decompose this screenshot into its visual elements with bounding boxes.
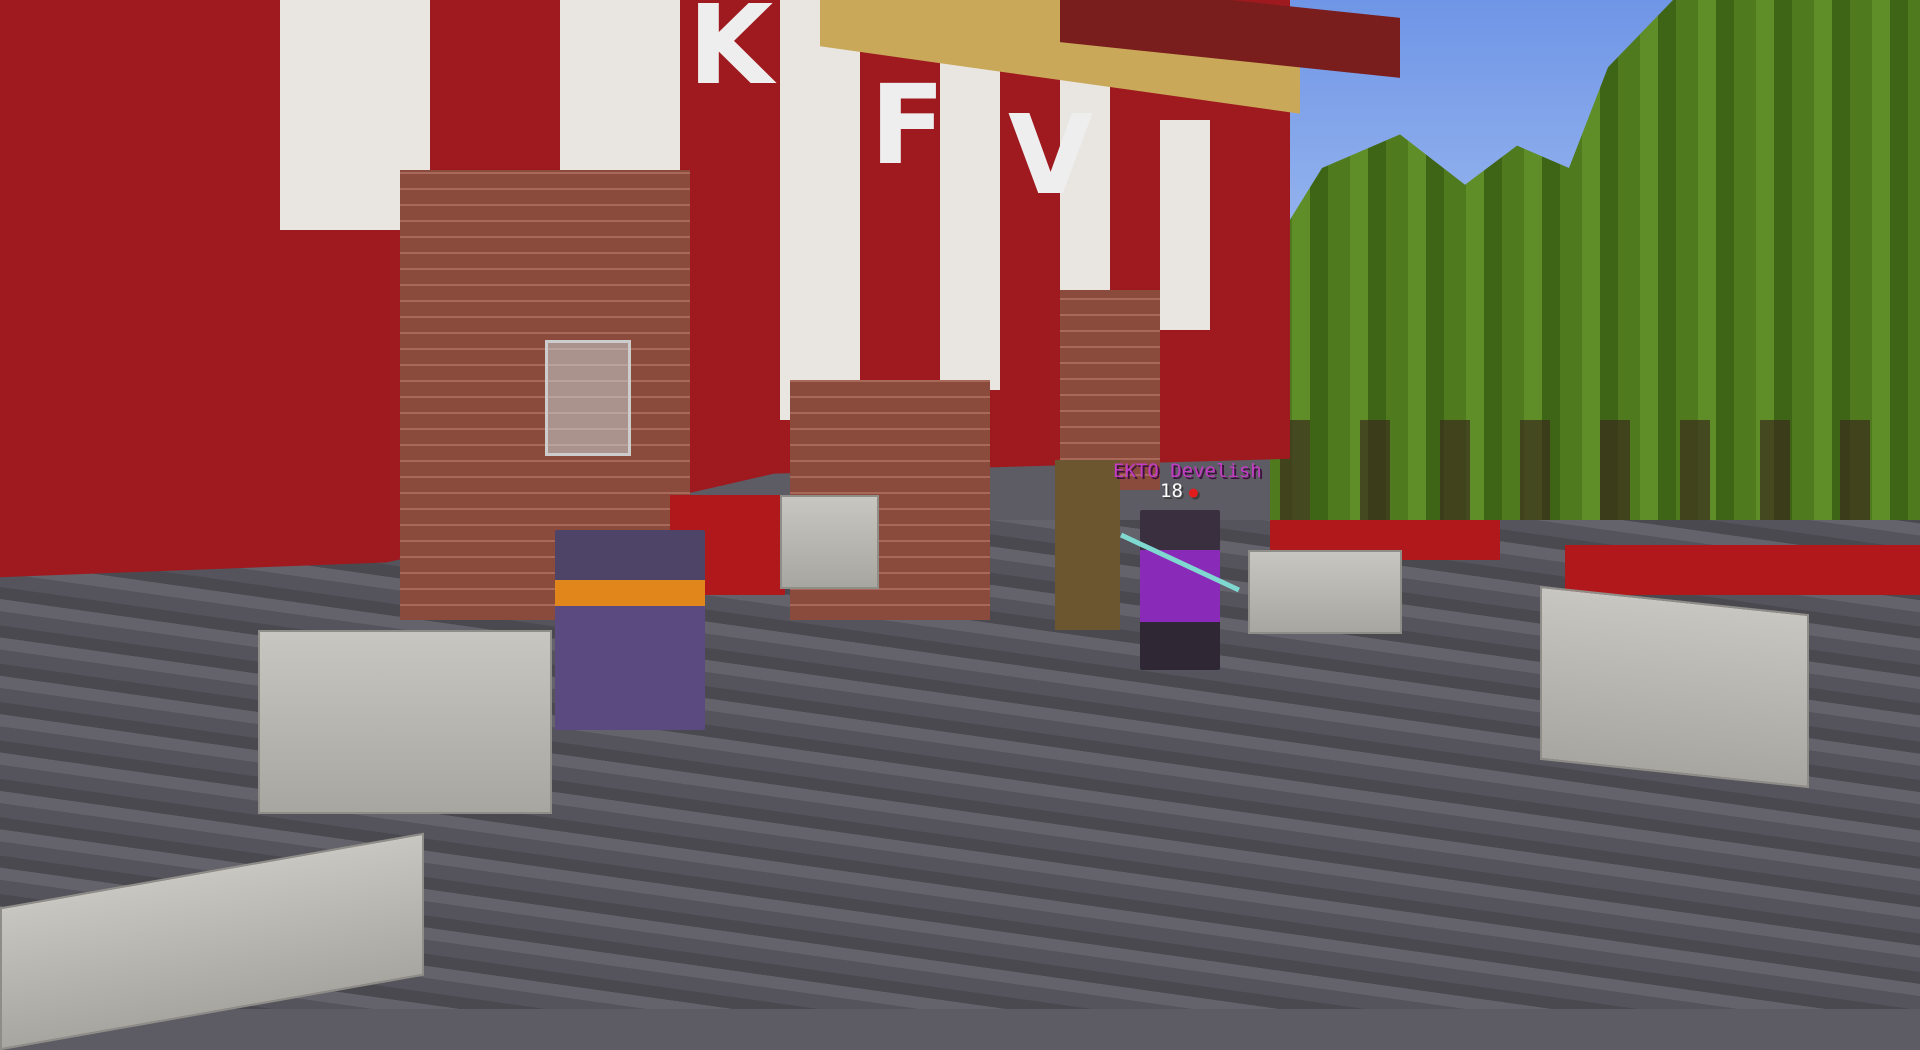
sign-letter-v: V	[1008, 91, 1094, 219]
player-nametag: EKTO Develish	[1113, 460, 1262, 482]
player-health: 18 ●	[1160, 480, 1198, 502]
glass-window	[545, 340, 631, 456]
awning-stripe	[940, 40, 1000, 390]
red-barrier	[1565, 545, 1920, 595]
tree-trunks	[1280, 420, 1920, 530]
white-wool-block	[780, 495, 879, 589]
player-purple-armor[interactable]	[555, 530, 705, 730]
sign-letter-f: F	[870, 61, 946, 189]
wooden-post	[1055, 460, 1120, 630]
health-value: 18	[1160, 480, 1183, 502]
player-ekto-develish[interactable]	[1140, 510, 1220, 670]
awning-stripe	[780, 0, 860, 420]
sign-letter-k: K	[688, 0, 774, 109]
stone-slab	[1540, 585, 1809, 789]
awning-stripe	[1160, 120, 1210, 330]
stone-slab	[258, 630, 552, 814]
heart-icon: ●	[1188, 483, 1198, 501]
stone-slab	[1248, 550, 1402, 634]
